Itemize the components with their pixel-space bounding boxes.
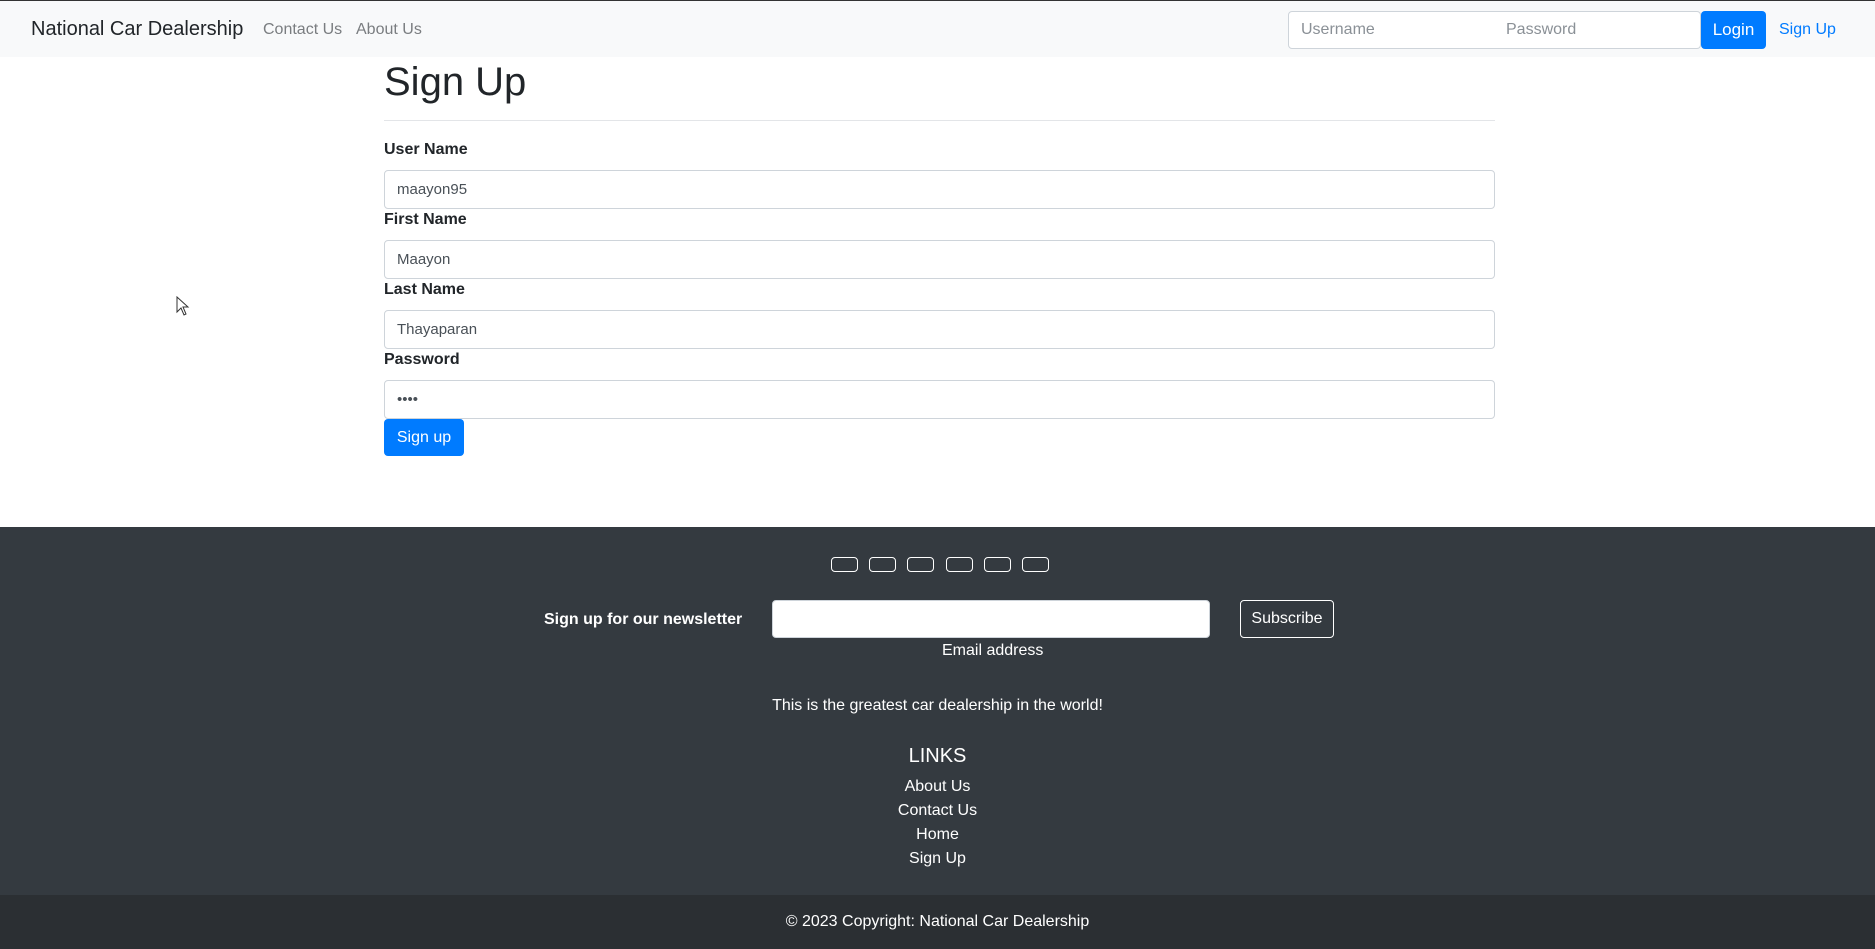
footer-link-contact-us[interactable]: Contact Us: [0, 802, 1875, 820]
navbar-password-input[interactable]: [1494, 11, 1701, 49]
newsletter-email-input[interactable]: [772, 600, 1210, 638]
newsletter-label: Sign up for our newsletter: [544, 611, 743, 628]
username-label: User Name: [384, 141, 468, 158]
firstname-label: First Name: [384, 211, 467, 228]
login-button[interactable]: Login: [1701, 11, 1766, 49]
social-icon-1[interactable]: [831, 557, 858, 572]
password-label: Password: [384, 351, 460, 368]
title-divider: [384, 120, 1495, 121]
social-icon-4[interactable]: [946, 557, 973, 572]
page-title: Sign Up: [384, 60, 527, 104]
nav-link-sign-up[interactable]: Sign Up: [1779, 21, 1836, 39]
mouse-cursor-icon: [176, 296, 190, 316]
nav-link-about-us[interactable]: About Us: [356, 21, 422, 39]
navbar: National Car Dealership Contact Us About…: [0, 0, 1875, 57]
sign-up-submit-button[interactable]: Sign up: [384, 419, 464, 456]
password-field[interactable]: [384, 380, 1495, 419]
brand-link[interactable]: National Car Dealership: [31, 18, 243, 41]
footer-link-about-us[interactable]: About Us: [0, 778, 1875, 796]
footer-link-sign-up[interactable]: Sign Up: [0, 850, 1875, 868]
social-icon-2[interactable]: [869, 557, 896, 572]
social-icon-5[interactable]: [984, 557, 1011, 572]
footer-links-title: LINKS: [908, 745, 967, 767]
username-field[interactable]: [384, 170, 1495, 209]
firstname-field[interactable]: [384, 240, 1495, 279]
social-icon-6[interactable]: [1022, 557, 1049, 572]
footer-link-home[interactable]: Home: [0, 826, 1875, 844]
social-icon-3[interactable]: [907, 557, 934, 572]
lastname-field[interactable]: [384, 310, 1495, 349]
footer: Sign up for our newsletter Email address…: [0, 527, 1875, 895]
email-address-label: Email address: [942, 642, 1044, 659]
subscribe-button[interactable]: Subscribe: [1240, 600, 1334, 638]
navbar-username-input[interactable]: [1288, 11, 1495, 49]
copyright-bar: © 2023 Copyright: National Car Dealershi…: [0, 895, 1875, 949]
lastname-label: Last Name: [384, 281, 465, 298]
nav-link-contact-us[interactable]: Contact Us: [263, 21, 342, 39]
footer-tagline: This is the greatest car dealership in t…: [772, 697, 1103, 714]
copyright-text: © 2023 Copyright: National Car Dealershi…: [785, 913, 1090, 930]
